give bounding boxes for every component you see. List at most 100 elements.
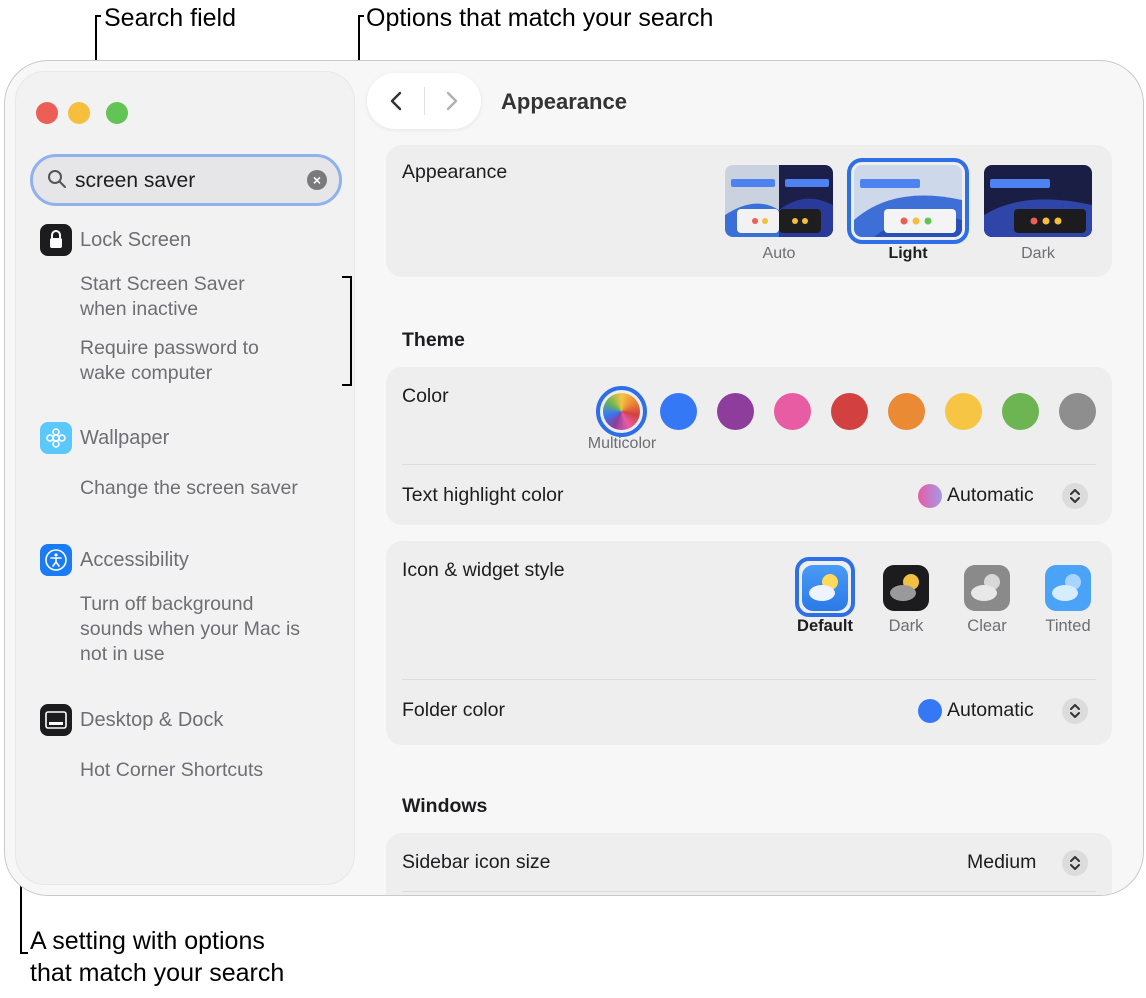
search-field[interactable]: × [30, 154, 342, 206]
appearance-auto-option[interactable] [725, 165, 833, 237]
divider [424, 87, 425, 115]
sidebar-icon-size-value[interactable]: Medium [967, 851, 1036, 874]
appearance-dark-option[interactable] [984, 165, 1092, 237]
appearance-light-option[interactable] [847, 158, 969, 244]
dock-icon [40, 704, 72, 736]
clear-search-icon[interactable]: × [307, 170, 327, 190]
divider [402, 464, 1096, 465]
callout-line [358, 15, 364, 17]
sidebar-item-accessibility[interactable]: Accessibility [40, 544, 189, 576]
color-yellow[interactable] [945, 393, 982, 430]
callout-line [95, 15, 101, 17]
icon-style-tinted-icon[interactable] [1045, 565, 1091, 611]
windows-section-title: Windows [402, 795, 488, 817]
callout-search-field: Search field [104, 4, 237, 32]
folder-color-value[interactable]: Automatic [947, 699, 1034, 722]
selected-color-label: Multicolor [587, 435, 657, 452]
close-window-button[interactable] [36, 102, 58, 124]
highlight-color-swatch [918, 484, 942, 508]
icon-style-tinted-label: Tinted [1045, 617, 1091, 635]
option-line: Require password to [80, 337, 259, 359]
windows-card: Sidebar icon size Medium [386, 833, 1112, 895]
sidebar: × Lock Screen Start Screen Saver when ina… [15, 71, 355, 885]
sidebar-item-label: Wallpaper [80, 426, 170, 449]
dark-thumbnail [984, 165, 1092, 237]
settings-window: × Lock Screen Start Screen Saver when ina… [4, 60, 1144, 896]
chevron-up-down-icon [1070, 489, 1080, 503]
sidebar-option-change-screen-saver[interactable]: Change the screen saver [80, 476, 298, 501]
appearance-card: Appearance Auto Light Dark [386, 145, 1112, 277]
icon-style-card: Icon & widget style Default Dark Clear T… [386, 541, 1112, 745]
sidebar-item-label: Accessibility [80, 548, 189, 571]
color-blue[interactable] [660, 393, 697, 430]
weather-icon [1052, 574, 1081, 601]
search-input[interactable] [75, 168, 295, 194]
weather-icon [971, 574, 1000, 601]
nav-controls [367, 73, 481, 129]
chevron-up-down-icon [1070, 856, 1080, 870]
auto-thumbnail [725, 165, 833, 237]
appearance-light-label: Light [888, 245, 928, 262]
divider [402, 891, 1096, 892]
color-orange[interactable] [888, 393, 925, 430]
highlight-color-label: Text highlight color [402, 484, 564, 506]
callout-options-match: Options that match your search [366, 4, 714, 32]
zoom-window-button[interactable] [106, 102, 128, 124]
sidebar-item-wallpaper[interactable]: Wallpaper [40, 422, 169, 454]
search-icon [48, 170, 66, 188]
icon-style-dark-icon[interactable] [883, 565, 929, 611]
color-pink[interactable] [774, 393, 811, 430]
divider [402, 679, 1096, 680]
icon-style-default-label: Default [797, 617, 853, 635]
callout-setting-line2: that match your search [30, 959, 285, 987]
folder-color-swatch [918, 699, 942, 723]
page-title: Appearance [501, 89, 627, 114]
sidebar-item-lock-screen[interactable]: Lock Screen [40, 224, 191, 256]
color-purple[interactable] [717, 393, 754, 430]
folder-color-stepper[interactable] [1062, 698, 1088, 724]
bracket [342, 384, 352, 386]
weather-icon [809, 574, 838, 601]
lock-icon [40, 224, 72, 256]
appearance-dark-label: Dark [1021, 245, 1055, 262]
sidebar-option-require-password[interactable]: Require password to wake computer [80, 336, 259, 386]
appearance-label: Appearance [402, 161, 508, 183]
option-line: Turn off background [80, 593, 254, 615]
folder-color-label: Folder color [402, 699, 505, 721]
sidebar-option-hot-corners[interactable]: Hot Corner Shortcuts [80, 758, 263, 783]
icon-style-default-icon[interactable] [802, 565, 848, 611]
option-line: sounds when your Mac is [80, 618, 301, 640]
sidebar-icon-size-stepper[interactable] [1062, 850, 1088, 876]
forward-icon[interactable] [439, 89, 463, 113]
theme-card: Color Multicolor Text highlight color Au… [386, 367, 1112, 525]
wallpaper-icon [40, 422, 72, 454]
highlight-color-stepper[interactable] [1062, 483, 1088, 509]
color-red[interactable] [831, 393, 868, 430]
sidebar-icon-size-label: Sidebar icon size [402, 851, 551, 873]
sidebar-option-background-sounds[interactable]: Turn off background sounds when your Mac … [80, 592, 300, 667]
light-thumbnail [854, 165, 962, 237]
callout-line [20, 952, 28, 954]
accessibility-icon [40, 544, 72, 576]
sidebar-item-desktop-dock[interactable]: Desktop & Dock [40, 704, 223, 736]
sidebar-option-start-screen-saver[interactable]: Start Screen Saver when inactive [80, 272, 245, 322]
icon-style-dark-label: Dark [888, 617, 924, 635]
highlight-color-value[interactable]: Automatic [947, 484, 1034, 507]
option-line: wake computer [80, 362, 213, 384]
appearance-auto-label: Auto [762, 245, 796, 262]
chevron-up-down-icon [1070, 704, 1080, 718]
color-graphite[interactable] [1059, 393, 1096, 430]
icon-style-label: Icon & widget style [402, 559, 565, 581]
icon-style-clear-icon[interactable] [964, 565, 1010, 611]
option-line: when inactive [80, 298, 199, 320]
option-line: not in use [80, 643, 165, 665]
back-icon[interactable] [385, 89, 409, 113]
minimize-window-button[interactable] [68, 102, 90, 124]
color-label: Color [402, 385, 449, 407]
callout-setting-line1: A setting with options [30, 927, 265, 955]
bracket [342, 276, 352, 278]
color-green[interactable] [1002, 393, 1039, 430]
color-multicolor[interactable] [603, 393, 640, 430]
theme-section-title: Theme [402, 329, 465, 351]
icon-style-clear-label: Clear [967, 617, 1007, 635]
